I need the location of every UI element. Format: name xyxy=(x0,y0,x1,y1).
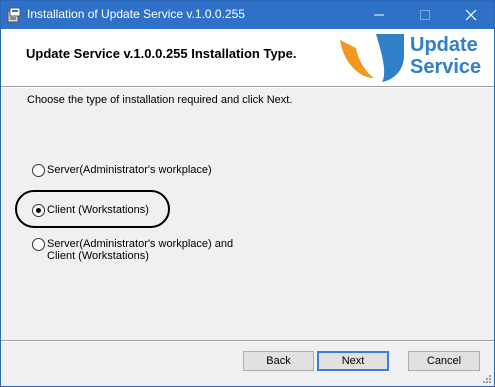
radio-server[interactable] xyxy=(32,164,45,177)
footer-divider-highlight xyxy=(1,341,494,342)
page-title: Update Service v.1.0.0.255 Installation … xyxy=(26,46,297,61)
minimize-icon xyxy=(374,14,384,16)
title-bar[interactable]: Installation of Update Service v.1.0.0.2… xyxy=(1,1,494,29)
installer-window: Installation of Update Service v.1.0.0.2… xyxy=(0,0,495,387)
update-service-logo-icon xyxy=(340,34,404,82)
close-button[interactable] xyxy=(448,1,494,29)
radio-server-and-client[interactable] xyxy=(32,238,45,251)
logo-line-2: Service xyxy=(410,56,482,78)
next-button[interactable]: Next xyxy=(317,351,389,371)
header-banner: Update Service v.1.0.0.255 Installation … xyxy=(1,29,494,86)
window-title: Installation of Update Service v.1.0.0.2… xyxy=(27,7,245,21)
cancel-button[interactable]: Cancel xyxy=(408,351,480,371)
option-server-and-client-label: Server(Administrator's workplace) and Cl… xyxy=(47,238,233,262)
option-server-and-client-line1: Server(Administrator's workplace) and xyxy=(47,238,234,250)
radio-client[interactable] xyxy=(32,204,45,217)
resize-grip-icon[interactable] xyxy=(482,374,492,384)
maximize-icon xyxy=(420,10,430,20)
minimize-button[interactable] xyxy=(356,1,402,29)
option-server-and-client-line2: Client (Workstations) xyxy=(47,250,149,262)
installer-icon xyxy=(7,7,21,23)
header-divider-highlight xyxy=(1,87,494,88)
option-client-label: Client (Workstations) xyxy=(47,204,149,216)
logo-wordmark: Update Service xyxy=(410,34,481,78)
back-button[interactable]: Back xyxy=(243,351,314,371)
maximize-button[interactable] xyxy=(402,1,448,29)
option-server-label: Server(Administrator's workplace) xyxy=(47,164,212,176)
logo-line-1: Update xyxy=(410,34,478,56)
close-icon xyxy=(465,9,477,21)
instruction-text: Choose the type of installation required… xyxy=(27,94,293,106)
